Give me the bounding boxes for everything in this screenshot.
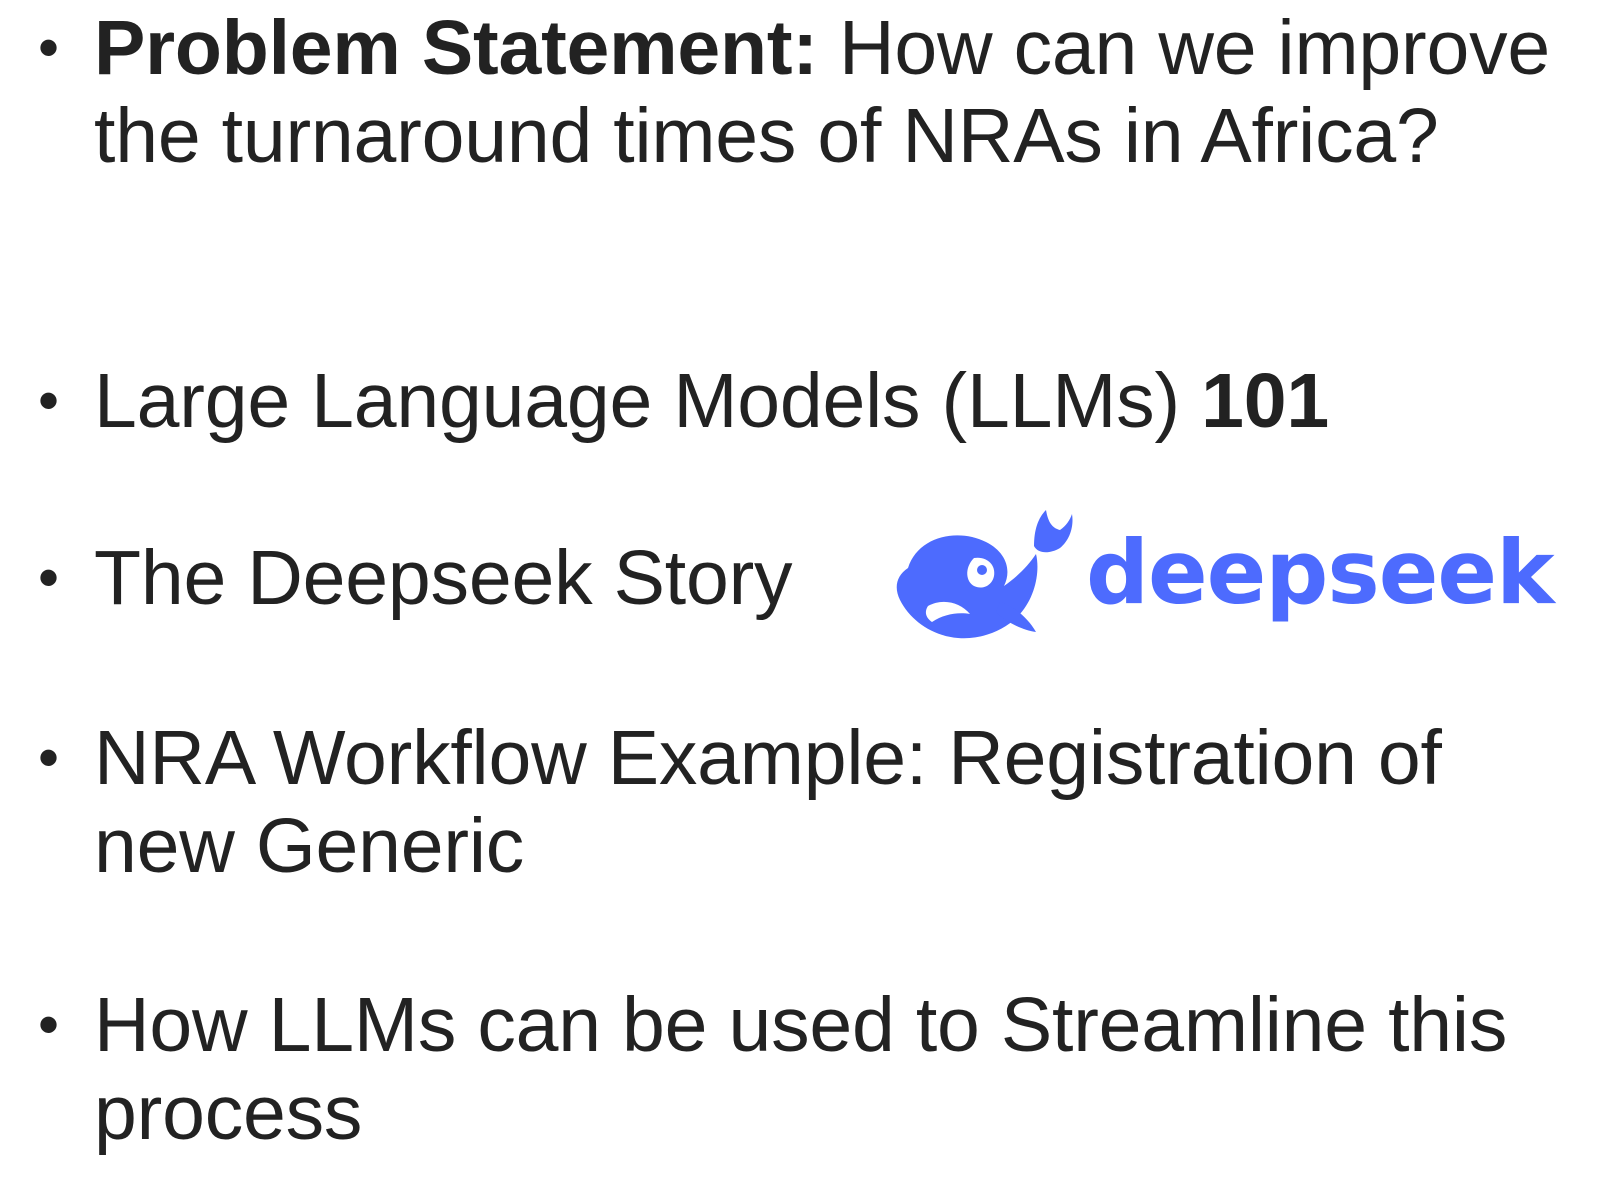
bullet-icon: • [38, 14, 60, 81]
bullet-icon: • [38, 367, 60, 434]
whale-icon [896, 510, 1073, 639]
bullet-bold-suffix: 101 [1201, 358, 1329, 444]
bullet-text: How LLMs can be used to Streamline this … [94, 981, 1574, 1157]
bullet-body: The Deepseek Story [94, 535, 793, 621]
bullet-icon: • [38, 724, 60, 791]
slide: • Problem Statement: How can we improve … [0, 0, 1599, 1179]
bullet-body: Large Language Models (LLMs) [94, 358, 1202, 444]
bullet-text: Large Language Models (LLMs) 101 [94, 357, 1574, 445]
bullet-text: NRA Workflow Example: Registration of ne… [94, 714, 1574, 890]
bullet-icon: • [38, 991, 60, 1058]
bullet-icon: • [38, 544, 60, 611]
bullet-body: NRA Workflow Example: Registration of ne… [94, 715, 1442, 889]
bullet-body: How LLMs can be used to Streamline this … [94, 982, 1508, 1156]
bullet-text: Problem Statement: How can we improve th… [94, 4, 1574, 180]
bullet-bold-prefix: Problem Statement: [94, 5, 818, 91]
deepseek-logo: deepseek [888, 506, 1555, 646]
deepseek-wordmark: deepseek [1086, 521, 1555, 624]
